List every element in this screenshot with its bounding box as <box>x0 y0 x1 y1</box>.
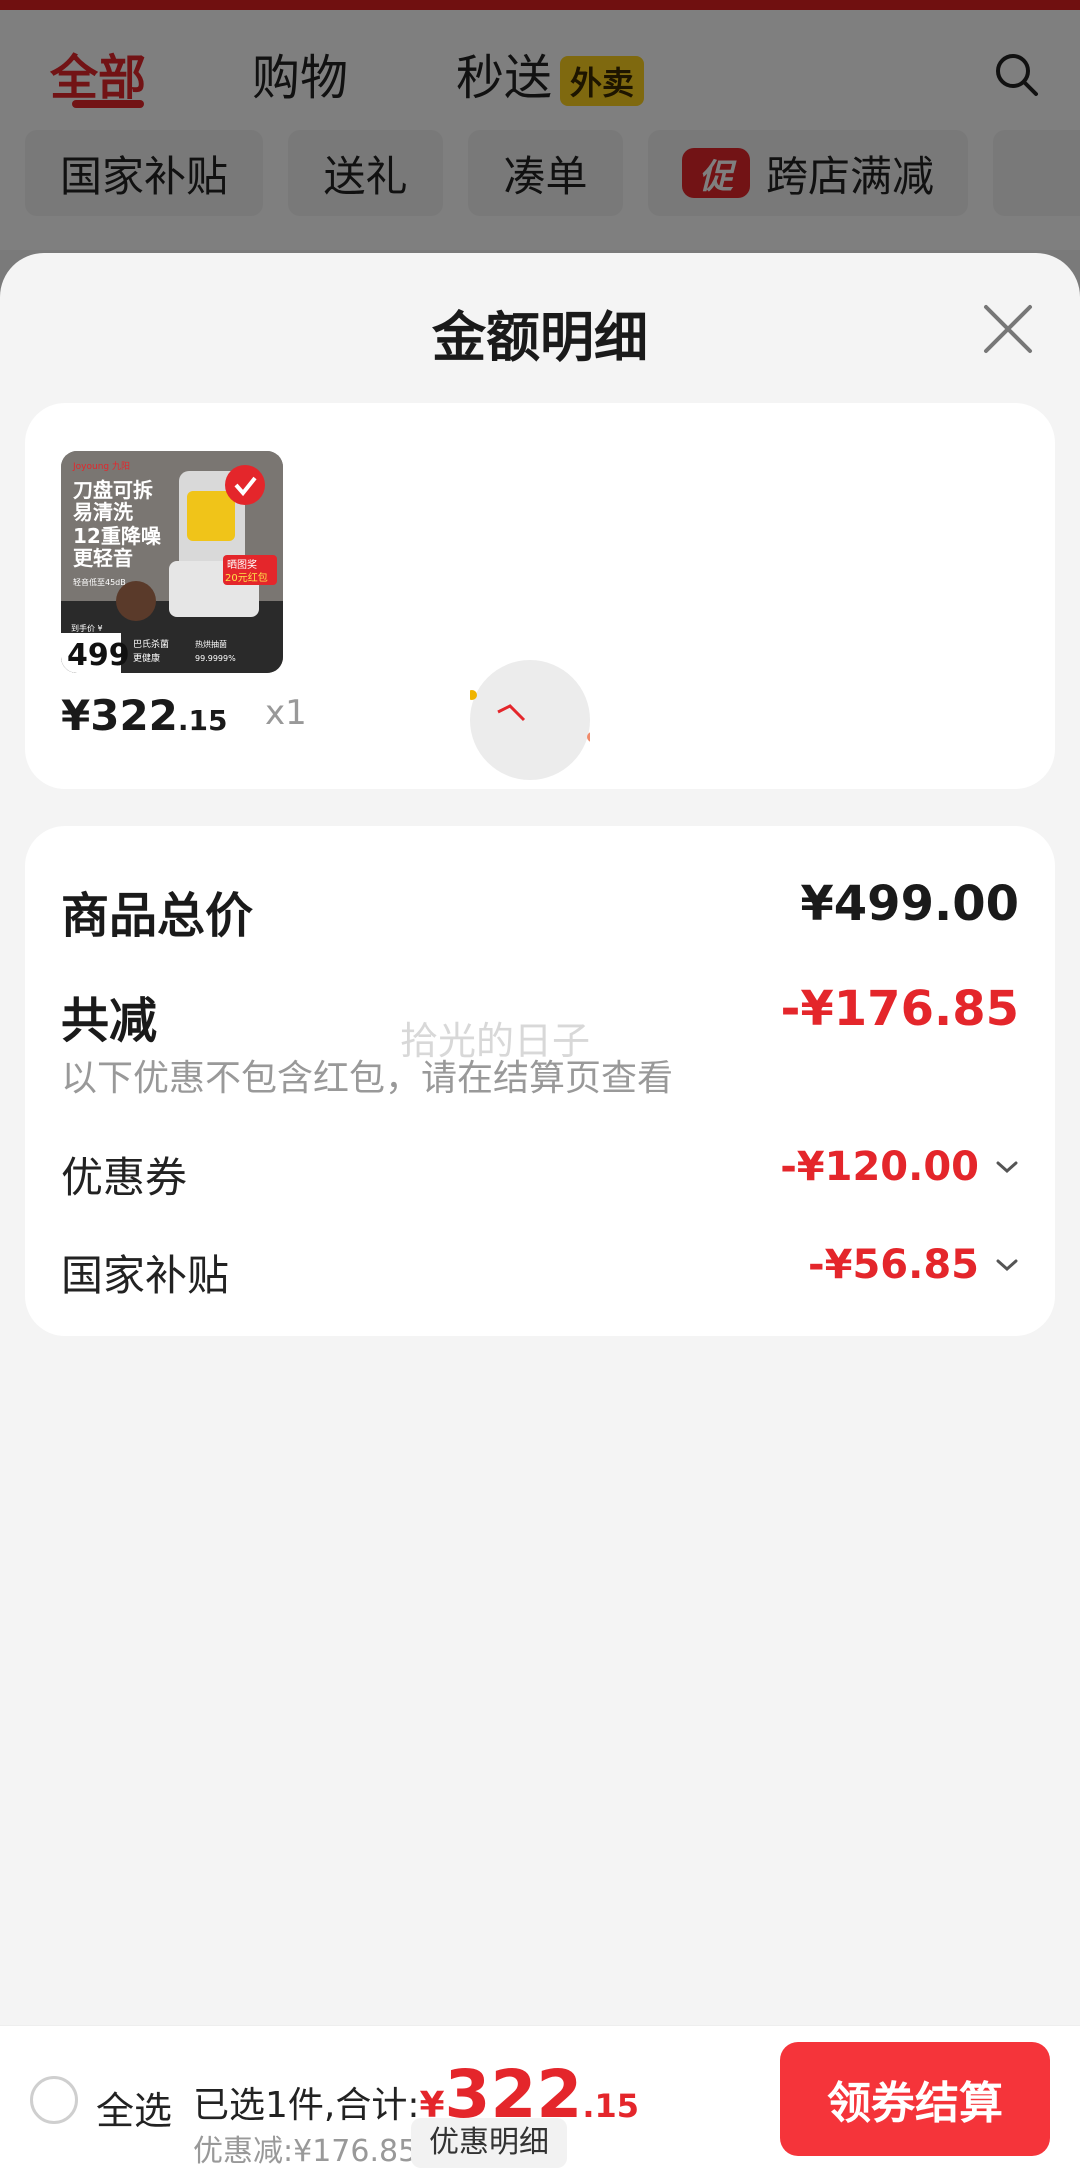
watermark-text: 拾光的日子 <box>400 1019 591 1063</box>
img-tag-b2: 99.9999% <box>195 654 236 663</box>
discount-text: 优惠减:¥176.85 <box>193 2134 418 2169</box>
img-line3: 12重降噪 <box>73 524 162 548</box>
img-tag-a2: 更健康 <box>133 652 160 664</box>
select-all-radio[interactable] <box>30 2076 78 2124</box>
product-quantity: x1 <box>265 693 307 733</box>
img-small-text: 轻音低至45dB <box>73 577 126 587</box>
total-price-row: 商品总价 ¥499.00 <box>61 876 1019 944</box>
discount-detail-button[interactable]: 优惠明细 <box>411 2118 567 2168</box>
total-decimal: .15 <box>582 2087 640 2125</box>
checkout-bar: 全选 已选1件,合计:¥322.15 优惠减:¥176.85 优惠明细 领券结算 <box>0 2025 1080 2173</box>
product-price: ¥322.15 <box>61 691 228 740</box>
chevron-down-icon[interactable] <box>995 1258 1019 1272</box>
selected-text: 已选1件,合计: <box>193 2085 420 2126</box>
coupon-row[interactable]: 优惠券 -¥120.00 <box>61 1144 1019 1204</box>
img-line2: 易清洗 <box>73 500 133 524</box>
price-summary-card: 商品总价 ¥499.00 共减 -¥176.85 以下优惠不包含红包，请在结算页… <box>25 826 1055 1336</box>
coupon-value: -¥120.00 <box>780 1144 979 1190</box>
checkout-button[interactable]: 领券结算 <box>780 2042 1050 2156</box>
product-price-decimal: .15 <box>177 704 228 737</box>
product-image[interactable]: Joyoung 九阳 刀盘可拆 易清洗 12重降噪 更轻音 轻音低至45dB 晒… <box>61 451 283 673</box>
national-subsidy-row[interactable]: 国家补贴 -¥56.85 <box>61 1242 1019 1302</box>
watermark-logo-icon <box>467 690 597 742</box>
img-price-label: 到手价 ¥ <box>71 623 103 633</box>
img-badge2: 20元红包 <box>225 571 268 584</box>
img-line4: 更轻音 <box>73 546 133 570</box>
watermark-avatar <box>467 660 597 780</box>
img-brand: Joyoung 九阳 <box>72 461 130 472</box>
close-icon[interactable] <box>982 303 1034 355</box>
national-subsidy-label: 国家补贴 <box>61 1251 230 1300</box>
img-tag-b: 热烘抽菌 <box>195 639 227 649</box>
sheet-title: 金额明细 <box>432 306 648 369</box>
img-badge: 晒图奖 <box>227 558 257 571</box>
national-subsidy-value: -¥56.85 <box>808 1242 979 1288</box>
img-price: 499 <box>67 638 130 673</box>
amount-detail-sheet: 金额明细 Joyoung 九阳 刀盘可拆 易清洗 12重降噪 更轻音 轻音低至4… <box>0 253 1080 2173</box>
img-line1: 刀盘可拆 <box>73 478 153 502</box>
chevron-down-icon[interactable] <box>995 1160 1019 1174</box>
product-price-main: ¥322 <box>61 691 178 740</box>
total-price-value: ¥499.00 <box>800 876 1019 932</box>
total-price-label: 商品总价 <box>61 888 254 944</box>
coupon-label: 优惠券 <box>61 1153 188 1202</box>
total-discount-label: 共减 <box>61 993 158 1049</box>
img-tag-a: 巴氏杀菌 <box>133 638 169 650</box>
total-discount-value: -¥176.85 <box>780 981 1019 1037</box>
blender-product-picture: Joyoung 九阳 刀盘可拆 易清洗 12重降噪 更轻音 轻音低至45dB 晒… <box>61 451 283 673</box>
select-all-label[interactable]: 全选 <box>96 2080 172 2135</box>
